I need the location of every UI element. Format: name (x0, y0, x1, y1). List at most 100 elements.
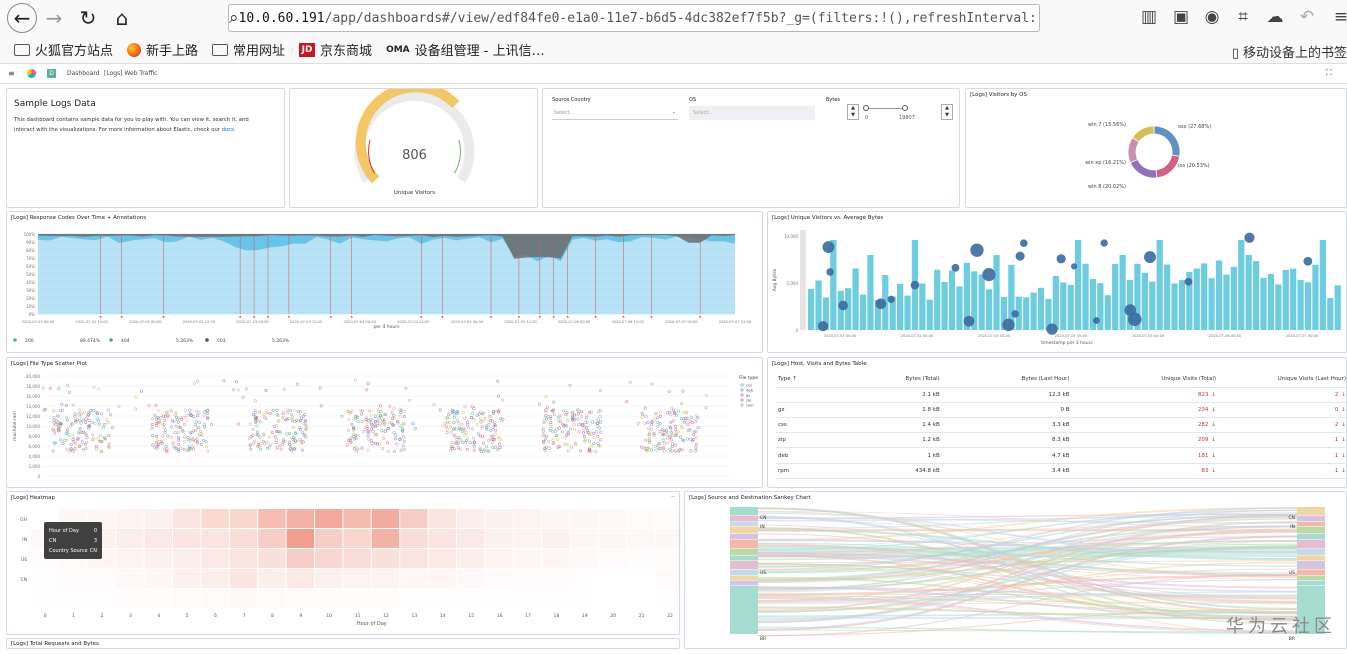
crop-icon[interactable]: ⌗ (1232, 7, 1254, 29)
table-row: rpm434.8 kB3.4 kB83↓1↓ (776, 463, 1347, 478)
url-text[interactable]: 10.0.60.191/app/dashboards#/view/edf84fe… (239, 11, 1040, 26)
account-icon[interactable]: ◉ (1201, 7, 1223, 29)
scatter-point (158, 440, 161, 443)
bookmark-item[interactable]: 新手上路 (127, 40, 198, 59)
column-header[interactable]: Bytes (Total) (846, 372, 942, 387)
host-table-panel: [Logs] Host, Visits and Bytes Table Type… (767, 357, 1347, 488)
sankey-node (1297, 576, 1325, 580)
reload-button[interactable]: ↻ (71, 1, 105, 35)
scatter-point (682, 390, 685, 393)
slice-label: ios (20.53%) (1178, 163, 1210, 169)
scatter-point (690, 449, 693, 452)
scatter-point (164, 432, 167, 435)
scatter-point (290, 447, 293, 450)
scatter-point (301, 449, 304, 452)
bookmark-item[interactable]: OMA设备组管理 - 上讯信… (386, 40, 545, 59)
scatter-point (543, 418, 546, 421)
scatter-point (177, 436, 180, 439)
bookmark-item[interactable]: JD京东商城 (299, 40, 372, 59)
scatter-point (371, 442, 374, 445)
panel-options-icon[interactable]: ⋯ (670, 494, 675, 500)
heatmap-cell (514, 569, 541, 588)
bar (904, 296, 910, 330)
visitors-os-panel: [Logs] Visitors by OS osx (27.68%)ios (2… (965, 88, 1347, 208)
gauge-value: 806 (402, 148, 427, 163)
scatter-point (276, 409, 279, 412)
column-header[interactable]: Unique Visits (Last Hour) (1218, 372, 1347, 387)
column-header[interactable]: Type ↑ (776, 372, 846, 387)
column-header[interactable]: Bytes (Last Hour) (942, 372, 1072, 387)
x-tick-label: 16 (497, 613, 503, 619)
x-tick-label: 2020-07-07 12:00 (719, 320, 752, 324)
column-header[interactable]: Unique Visits (Total) (1072, 372, 1219, 387)
heatmap-cell (145, 549, 172, 568)
mobile-bookmarks[interactable]: ▯ 移动设备上的书签 (1232, 42, 1347, 61)
space-avatar[interactable]: D (47, 69, 56, 78)
menu-icon[interactable]: ≡ (1330, 7, 1347, 29)
jd-icon: JD (299, 43, 315, 57)
scatter-point (557, 417, 560, 420)
scatter-point (294, 432, 297, 435)
scatter-point (392, 414, 395, 417)
scatter-point (480, 421, 483, 424)
x-tick-label: 2020-07-06 12:00 (612, 320, 645, 324)
elastic-logo-icon[interactable] (27, 69, 36, 78)
forward-button[interactable]: → (37, 1, 71, 35)
y-axis-label: machine.ram (12, 411, 18, 441)
slider-handle-min[interactable] (863, 105, 869, 111)
bar (1275, 284, 1281, 330)
scatter-point (72, 435, 75, 438)
donut-chart: osx (27.68%)ios (20.53%)win 8 (20.02%)wi… (966, 89, 1347, 209)
url-bar[interactable]: ⌕ 10.0.60.191/app/dashboards#/view/edf84… (228, 4, 1040, 32)
fullscreen-icon[interactable]: ⛶ (1326, 68, 1332, 78)
breadcrumb-dashboard[interactable]: Dashboard (67, 70, 100, 77)
x-tick-label: 19 (582, 613, 588, 619)
scatter-point (557, 438, 560, 441)
panel-title: [Logs] Response Codes Over Time + Annota… (11, 215, 146, 221)
country-select[interactable]: Select... ⌄ (552, 106, 678, 120)
panel-title: [Logs] Source and Destination Sankey Cha… (689, 495, 811, 501)
min-stepper[interactable]: ▲▼ (847, 104, 859, 120)
scatter-point (84, 443, 87, 446)
scatter-point (96, 417, 99, 420)
scatter-point (183, 440, 186, 443)
heatmap-cell (485, 529, 512, 548)
scatter-point (543, 421, 546, 424)
scatter-point (544, 410, 547, 413)
heatmap-cell (31, 569, 58, 588)
heatmap-cell (59, 569, 86, 588)
y-tick-label: 0 (37, 474, 40, 479)
chat-icon[interactable]: ☁ (1264, 7, 1286, 29)
bar (1238, 240, 1244, 330)
max-stepper[interactable]: ▲▼ (941, 104, 953, 120)
x-tick-label: 2020-07-03 00:00 (978, 334, 1011, 338)
scatter-point (53, 422, 56, 425)
undo-icon[interactable]: ↶ (1296, 7, 1318, 29)
scatter-point (177, 443, 180, 446)
scatter-point (451, 441, 454, 444)
hamburger-icon[interactable]: ≡ (8, 69, 15, 78)
sidebar-icon[interactable]: ▣ (1170, 7, 1192, 29)
scatter-point (70, 443, 73, 446)
bookmark-item[interactable]: 常用网址 (212, 40, 285, 59)
scatter-point (403, 448, 406, 451)
back-button[interactable]: ← (7, 3, 37, 33)
x-tick-label: 6 (214, 613, 217, 619)
bubble (970, 243, 983, 256)
slider-handle-max[interactable] (902, 105, 908, 111)
scatter-point (476, 423, 479, 426)
firefox-icon (127, 43, 141, 57)
home-button[interactable]: ⌂ (105, 1, 139, 35)
bookmark-item[interactable]: 火狐官方站点 (14, 40, 113, 59)
os-select[interactable]: Select... (689, 106, 815, 120)
bubble (911, 281, 920, 290)
docs-link[interactable]: docs. (222, 127, 236, 133)
scatter-point (245, 388, 248, 391)
library-icon[interactable]: ▥ (1138, 7, 1160, 29)
scatter-point (183, 448, 186, 451)
scatter-point (471, 428, 474, 431)
scatter-point (177, 421, 180, 424)
y-tick-label: 2,000 (29, 464, 41, 469)
bar (1157, 240, 1163, 330)
arrow-down-icon: ↓ (1211, 437, 1216, 443)
